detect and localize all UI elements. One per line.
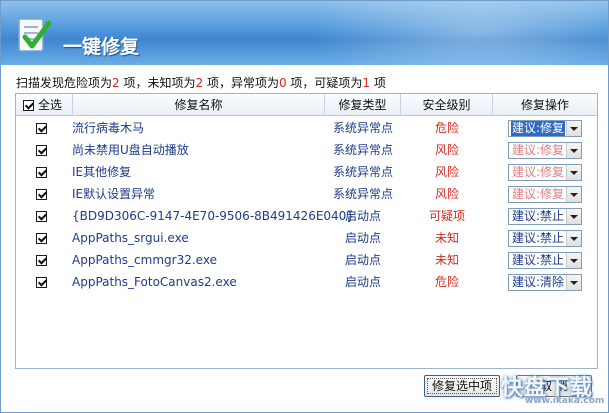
table-header: 全选 修复名称 修复类型 安全级别 修复操作: [16, 94, 597, 116]
row-action[interactable]: 建议:修复: [508, 120, 582, 137]
repair-table: 全选 修复名称 修复类型 安全级别 修复操作 流行病毒木马 系统异常点 危险 建议:修…: [15, 93, 598, 369]
action-select[interactable]: 建议:禁止: [508, 230, 582, 247]
row-type: 系统异常点: [332, 143, 393, 157]
select-all[interactable]: 全选: [16, 94, 73, 116]
row-action[interactable]: 建议:修复: [508, 186, 582, 203]
row-type: 启动点: [344, 209, 381, 223]
row-action[interactable]: 建议:修复: [508, 164, 582, 181]
header-decoration: [308, 1, 608, 65]
table-row[interactable]: AppPaths_srgui.exe 启动点 未知 建议:禁止: [16, 227, 597, 249]
row-name: IE默认设置异常: [72, 187, 156, 201]
action-select[interactable]: 建议:禁止: [508, 252, 582, 269]
row-action[interactable]: 建议:禁止: [508, 230, 582, 247]
row-checkbox-cell[interactable]: [36, 139, 47, 161]
row-name: 尚未禁用U盘自动播放: [72, 143, 189, 157]
row-checkbox[interactable]: [36, 233, 47, 244]
row-checkbox-cell[interactable]: [36, 227, 47, 249]
row-level: 可疑项: [428, 209, 465, 223]
row-type: 系统异常点: [332, 121, 393, 135]
row-level: 未知: [434, 231, 459, 245]
scan-summary: 扫描发现危险项为2 项，未知项为2 项，异常项为0 项，可疑项为1 项: [16, 76, 386, 90]
row-type: 启动点: [344, 253, 381, 267]
row-checkbox[interactable]: [36, 277, 47, 288]
chevron-down-icon[interactable]: [566, 253, 581, 268]
row-level: 危险: [434, 121, 459, 135]
chevron-down-icon[interactable]: [566, 231, 581, 246]
row-name: AppPaths_srgui.exe: [72, 231, 189, 245]
table-row[interactable]: {BD9D306C-9147-4E70-9506-8B491426E040} 启动…: [16, 205, 597, 227]
abnormal-count: 0: [278, 76, 287, 90]
table-row[interactable]: 流行病毒木马 系统异常点 危险 建议:修复: [16, 117, 597, 139]
action-select[interactable]: 建议:修复: [508, 120, 582, 137]
row-level: 风险: [434, 165, 459, 179]
row-action[interactable]: 建议:禁止: [508, 252, 582, 269]
watermark-logo: 快盘下载 www.ikaka.com: [501, 376, 605, 406]
row-name: {BD9D306C-9147-4E70-9506-8B491426E040}: [72, 209, 354, 223]
column-header-name[interactable]: 修复名称: [73, 94, 325, 116]
action-select[interactable]: 建议:修复: [508, 186, 582, 203]
column-header-type[interactable]: 修复类型: [325, 94, 401, 116]
row-checkbox[interactable]: [36, 211, 47, 222]
table-row[interactable]: 尚未禁用U盘自动播放 系统异常点 风险 建议:修复: [16, 139, 597, 161]
table-row[interactable]: IE其他修复 系统异常点 风险 建议:修复: [16, 161, 597, 183]
column-header-level[interactable]: 安全级别: [401, 94, 493, 116]
suspicious-count: 1: [362, 76, 371, 90]
chevron-down-icon[interactable]: [566, 209, 581, 224]
action-select[interactable]: 建议:修复: [508, 164, 582, 181]
row-action[interactable]: 建议:修复: [508, 142, 582, 159]
row-checkbox-cell[interactable]: [36, 183, 47, 205]
chevron-down-icon[interactable]: [566, 275, 581, 290]
danger-count: 2: [112, 76, 120, 90]
row-type: 系统异常点: [332, 165, 393, 179]
row-checkbox[interactable]: [36, 145, 47, 156]
row-level: 危险: [434, 275, 459, 289]
checklist-icon: [18, 18, 51, 52]
table-row[interactable]: AppPaths_cmmgr32.exe 启动点 未知 建议:禁止: [16, 249, 597, 271]
row-checkbox[interactable]: [36, 123, 47, 134]
row-action[interactable]: 建议:清除: [508, 274, 582, 291]
dialog-title: 一键修复: [63, 36, 140, 58]
row-level: 风险: [434, 187, 459, 201]
row-checkbox[interactable]: [36, 189, 47, 200]
table-row[interactable]: IE默认设置异常 系统异常点 风险 建议:修复: [16, 183, 597, 205]
action-select[interactable]: 建议:禁止: [508, 208, 582, 225]
unknown-count: 2: [195, 76, 204, 90]
row-checkbox-cell[interactable]: [36, 249, 47, 271]
chevron-down-icon[interactable]: [566, 165, 581, 180]
row-checkbox[interactable]: [36, 255, 47, 266]
row-name: 流行病毒木马: [72, 121, 145, 135]
row-level: 风险: [434, 143, 459, 157]
row-name: AppPaths_cmmgr32.exe: [72, 253, 217, 267]
row-type: 启动点: [344, 231, 381, 245]
row-type: 启动点: [344, 275, 381, 289]
row-checkbox-cell[interactable]: [36, 117, 47, 139]
action-select[interactable]: 建议:清除: [508, 274, 582, 291]
row-type: 系统异常点: [332, 187, 393, 201]
chevron-down-icon[interactable]: [566, 187, 581, 202]
action-select[interactable]: 建议:修复: [508, 142, 582, 159]
repair-dialog: 一键修复 扫描发现危险项为2 项，未知项为2 项，异常项为0 项，可疑项为1 项…: [0, 0, 609, 413]
chevron-down-icon[interactable]: [566, 121, 581, 136]
row-checkbox-cell[interactable]: [36, 161, 47, 183]
select-all-checkbox[interactable]: [23, 100, 34, 111]
row-checkbox[interactable]: [36, 167, 47, 178]
row-name: AppPaths_FotoCanvas2.exe: [72, 275, 237, 289]
column-header-action[interactable]: 修复操作: [493, 94, 597, 116]
chevron-down-icon[interactable]: [566, 143, 581, 158]
row-name: IE其他修复: [72, 165, 132, 179]
dialog-header: 一键修复: [1, 1, 608, 65]
row-checkbox-cell[interactable]: [36, 205, 47, 227]
table-row[interactable]: AppPaths_FotoCanvas2.exe 启动点 危险 建议:清除: [16, 271, 597, 293]
row-checkbox-cell[interactable]: [36, 271, 47, 293]
row-action[interactable]: 建议:禁止: [508, 208, 582, 225]
row-level: 未知: [434, 253, 459, 267]
